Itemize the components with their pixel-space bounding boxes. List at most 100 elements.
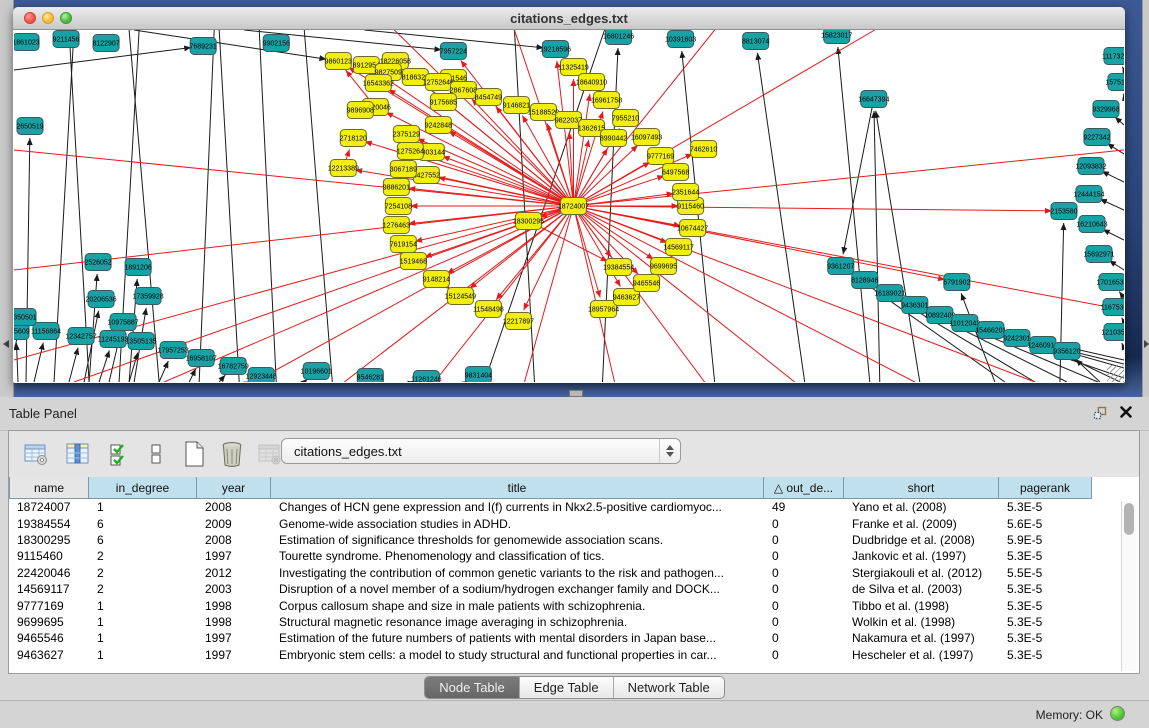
- graph-node[interactable]: 18300295: [513, 213, 544, 230]
- table-cell[interactable]: Genome-wide association studies in ADHD.: [271, 517, 764, 531]
- expand-right-panel-icon[interactable]: [1144, 340, 1149, 348]
- graph-node[interactable]: 18640910: [576, 74, 607, 91]
- table-cell[interactable]: Changes of HCN gene expression and I(f) …: [271, 500, 764, 514]
- graph-node[interactable]: 12444154: [1073, 186, 1104, 203]
- table-cell[interactable]: 9115460: [9, 549, 89, 563]
- table-cell[interactable]: 9463627: [9, 648, 89, 662]
- table-row[interactable]: 911546021997Tourette syndrome. Phenomeno…: [9, 548, 1139, 564]
- graph-node[interactable]: 7254108: [385, 198, 412, 215]
- table-cell[interactable]: 0: [764, 566, 844, 580]
- graph-node[interactable]: 12923448: [246, 368, 277, 383]
- graph-node[interactable]: 9896908: [347, 102, 374, 119]
- graph-node[interactable]: 2718120: [340, 130, 367, 147]
- table-cell[interactable]: 1997: [197, 631, 271, 645]
- graph-node[interactable]: 16782759: [218, 358, 249, 375]
- graph-node[interactable]: 11173204: [1102, 48, 1124, 65]
- graph-node[interactable]: 9546281: [357, 369, 384, 383]
- float-panel-button[interactable]: [1093, 406, 1107, 420]
- graph-node[interactable]: 2153580: [1050, 203, 1077, 220]
- graph-node[interactable]: 2650519: [16, 118, 43, 135]
- table-cell[interactable]: 5.3E-5: [999, 549, 1092, 563]
- table-cell[interactable]: 1: [89, 615, 197, 629]
- graph-node[interactable]: 11156864: [31, 323, 61, 340]
- column-header-6[interactable]: pagerank: [999, 477, 1092, 499]
- graph-node[interactable]: 17359928: [133, 288, 164, 305]
- table-cell[interactable]: Disruption of a novel member of a sodium…: [271, 582, 764, 596]
- graph-node[interactable]: 9146821: [503, 97, 530, 114]
- table-cell[interactable]: 1997: [197, 549, 271, 563]
- table-cell[interactable]: Stergiakouli et al. (2012): [844, 566, 999, 580]
- table-cell[interactable]: Wolkin et al. (1998): [844, 615, 999, 629]
- graph-node[interactable]: 12213389: [328, 160, 359, 177]
- graph-node[interactable]: 8990442: [600, 130, 627, 147]
- table-cell[interactable]: 1: [89, 599, 197, 613]
- graph-node[interactable]: 16801246: [603, 30, 634, 45]
- table-cell[interactable]: 14569117: [9, 582, 89, 596]
- graph-node[interactable]: 6497568: [662, 164, 689, 181]
- table-row[interactable]: 1872400712008Changes of HCN gene express…: [9, 499, 1139, 515]
- graph-node[interactable]: 9356120: [1053, 343, 1080, 360]
- table-cell[interactable]: 2003: [197, 582, 271, 596]
- table-cell[interactable]: 1998: [197, 599, 271, 613]
- column-header-1[interactable]: in_degree: [89, 477, 197, 499]
- graph-node[interactable]: 19384554: [603, 259, 634, 276]
- graph-node[interactable]: 9699695: [650, 258, 677, 275]
- table-cell[interactable]: 6: [89, 517, 197, 531]
- table-options-button[interactable]: [21, 439, 51, 469]
- table-cell[interactable]: Nakamura et al. (1997): [844, 631, 999, 645]
- graph-node[interactable]: 16189021: [874, 285, 905, 302]
- graph-node[interactable]: 13505135: [126, 333, 157, 350]
- graph-node[interactable]: 9886201: [383, 179, 410, 196]
- graph-node[interactable]: 11548498: [473, 301, 504, 318]
- graph-node[interactable]: 9227342: [1083, 129, 1110, 146]
- table-cell[interactable]: Corpus callosum shape and size in male p…: [271, 599, 764, 613]
- table-cell[interactable]: 5.3E-5: [999, 582, 1092, 596]
- graph-node[interactable]: 12103504: [1101, 324, 1124, 341]
- graph-node[interactable]: 9175685: [430, 94, 457, 111]
- graph-node[interactable]: 19218596: [540, 41, 571, 58]
- table-row[interactable]: 946362711997Embryonic stem cells: a mode…: [9, 647, 1139, 663]
- table-cell[interactable]: 0: [764, 549, 844, 563]
- graph-node[interactable]: 10975887: [108, 314, 139, 331]
- graph-node[interactable]: 1350501: [14, 309, 37, 326]
- table-cell[interactable]: 0: [764, 599, 844, 613]
- column-header-2[interactable]: year: [197, 477, 271, 499]
- table-row[interactable]: 1456911722003Disruption of a novel membe…: [9, 581, 1139, 597]
- graph-node[interactable]: 9831404: [465, 367, 492, 383]
- graph-node[interactable]: 8813074: [742, 33, 769, 50]
- control-panel-collapsed-strip[interactable]: [0, 0, 14, 397]
- graph-node[interactable]: 10391603: [665, 31, 696, 48]
- table-cell[interactable]: Tibbo et al. (1998): [844, 599, 999, 613]
- table-cell[interactable]: 0: [764, 533, 844, 547]
- graph-node[interactable]: 9436301: [901, 297, 928, 314]
- table-cell[interactable]: Investigating the contribution of common…: [271, 566, 764, 580]
- table-row[interactable]: 977716911998Corpus callosum shape and si…: [9, 597, 1139, 613]
- graph-node[interactable]: 15823017: [821, 30, 852, 44]
- network-view-window[interactable]: citations_edges.txt 18724007986012389129…: [13, 7, 1125, 383]
- graph-node[interactable]: 2375129: [393, 126, 420, 143]
- table-cell[interactable]: Estimation of the future numbers of pati…: [271, 631, 764, 645]
- select-rows-button[interactable]: [105, 439, 135, 469]
- graph-node[interactable]: 3067189: [390, 161, 417, 178]
- graph-node[interactable]: 15466201: [975, 322, 1006, 339]
- table-cell[interactable]: Estimation of significance thresholds fo…: [271, 533, 764, 547]
- table-cell[interactable]: 1: [89, 631, 197, 645]
- table-row[interactable]: 1830029562008Estimation of significance …: [9, 532, 1139, 548]
- table-cell[interactable]: 9777169: [9, 599, 89, 613]
- table-cell[interactable]: 5.3E-5: [999, 648, 1092, 662]
- table-row[interactable]: 2242004622012Investigating the contribut…: [9, 565, 1139, 581]
- graph-node[interactable]: 9860123: [325, 53, 352, 70]
- column-header-0[interactable]: name: [9, 477, 89, 499]
- tab-edge-table[interactable]: Edge Table: [520, 677, 614, 698]
- table-cell[interactable]: 9465546: [9, 631, 89, 645]
- table-cell[interactable]: 18300295: [9, 533, 89, 547]
- graph-node[interactable]: 15751074: [1105, 74, 1124, 91]
- column-header-3[interactable]: title: [271, 477, 764, 499]
- graph-node[interactable]: 8128946: [851, 272, 878, 289]
- table-scrollbar-thumb[interactable]: [1124, 503, 1134, 535]
- graph-node[interactable]: 9777169: [647, 148, 674, 165]
- horizontal-splitter-handle[interactable]: [569, 390, 583, 397]
- graph-node[interactable]: 11245193: [98, 331, 129, 348]
- column-header-4[interactable]: △ out_de...: [764, 477, 844, 499]
- citation-network-graph[interactable]: 1872400798601238912954182260589827509165…: [14, 30, 1124, 382]
